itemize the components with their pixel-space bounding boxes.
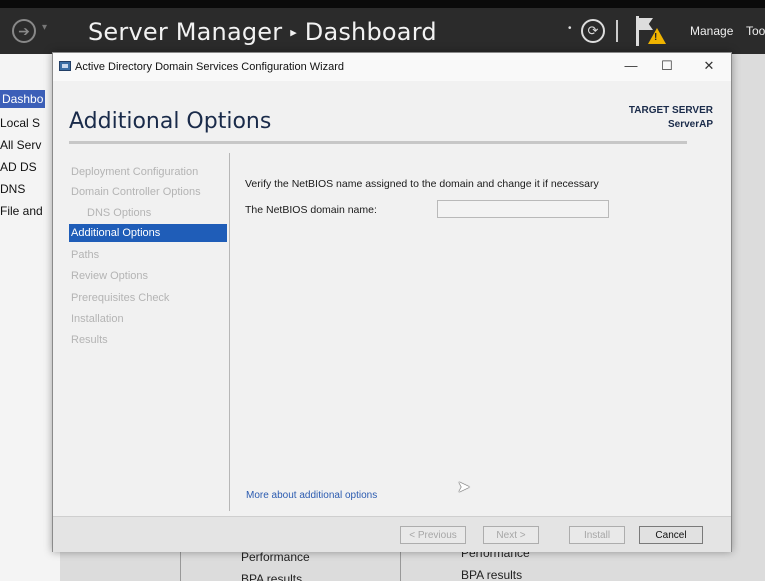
close-button[interactable]: ✕: [699, 58, 719, 74]
install-button[interactable]: Install: [569, 526, 625, 544]
cancel-button[interactable]: Cancel: [639, 526, 703, 544]
tile-bpa-link[interactable]: BPA results: [241, 572, 302, 581]
warning-exclamation-icon: !: [654, 32, 658, 43]
server-manager-title: Server Manager ▸ Dashboard: [88, 18, 437, 46]
header-divider: [616, 20, 618, 42]
tile-performance-link[interactable]: Performance: [241, 550, 310, 564]
step-domain-controller-options[interactable]: Domain Controller Options: [69, 183, 227, 201]
step-dns-options[interactable]: DNS Options: [69, 204, 227, 222]
minimize-button[interactable]: —: [621, 58, 641, 73]
instruction-text: Verify the NetBIOS name assigned to the …: [245, 178, 599, 190]
back-arrow-icon[interactable]: ➔: [12, 19, 36, 43]
target-server-label: TARGET SERVER: [628, 105, 713, 116]
wizard-window-title: Active Directory Domain Services Configu…: [75, 61, 344, 73]
more-about-options-link[interactable]: More about additional options: [246, 490, 377, 501]
step-installation[interactable]: Installation: [69, 310, 227, 328]
breadcrumb-separator: ▸: [290, 25, 297, 41]
app-title: Server Manager: [88, 18, 283, 46]
wizard-app-icon: [59, 61, 71, 71]
tools-menu[interactable]: Too: [746, 24, 765, 38]
previous-button[interactable]: < Previous: [400, 526, 466, 544]
nav-item-dashboard[interactable]: Dashbo: [0, 90, 46, 108]
step-results[interactable]: Results: [69, 331, 227, 349]
breadcrumb-section: Dashboard: [304, 18, 437, 46]
step-additional-options[interactable]: Additional Options: [69, 224, 227, 242]
manage-menu[interactable]: Manage: [690, 24, 733, 38]
nav-item-file-storage[interactable]: File and: [0, 204, 43, 218]
nav-item-ad-ds[interactable]: AD DS: [0, 160, 37, 174]
wizard-titlebar[interactable]: Active Directory Domain Services Configu…: [53, 53, 731, 81]
adds-configuration-wizard: Active Directory Domain Services Configu…: [52, 52, 732, 552]
nav-item-dns[interactable]: DNS: [0, 182, 25, 196]
nav-item-local-server[interactable]: Local S: [0, 116, 40, 130]
page-title: Additional Options: [69, 109, 272, 134]
server-manager-header: ➔ ▾ Server Manager ▸ Dashboard • ⟳ ! Man…: [0, 8, 765, 54]
netbios-name-field[interactable]: [437, 200, 609, 218]
step-prerequisites-check[interactable]: Prerequisites Check: [69, 289, 227, 307]
refresh-dropdown-icon[interactable]: •: [568, 23, 572, 34]
step-review-options[interactable]: Review Options: [69, 267, 227, 285]
step-deployment-configuration[interactable]: Deployment Configuration: [69, 163, 227, 181]
notifications-flag-icon[interactable]: [636, 16, 653, 46]
next-button[interactable]: Next >: [483, 526, 539, 544]
refresh-icon[interactable]: ⟳: [581, 19, 605, 43]
server-manager-window: ➔ ▾ Server Manager ▸ Dashboard • ⟳ ! Man…: [0, 8, 765, 581]
wizard-footer: < Previous Next > Install Cancel: [53, 516, 731, 552]
mouse-cursor-icon: ➤: [457, 479, 471, 496]
heading-divider: [69, 141, 687, 144]
maximize-button[interactable]: ☐: [657, 58, 677, 74]
nav-item-all-servers[interactable]: All Serv: [0, 138, 41, 152]
back-dropdown-icon[interactable]: ▾: [42, 22, 47, 33]
steps-divider: [229, 153, 230, 511]
wizard-steps-nav: Deployment Configuration Domain Controll…: [69, 163, 227, 513]
target-server-name: ServerAP: [667, 119, 713, 130]
tile-bpa-link-2[interactable]: BPA results: [461, 568, 522, 581]
netbios-name-label: The NetBIOS domain name:: [245, 204, 377, 216]
step-paths[interactable]: Paths: [69, 246, 227, 264]
server-manager-nav: Dashbo Local S All Serv AD DS DNS File a…: [0, 54, 60, 581]
